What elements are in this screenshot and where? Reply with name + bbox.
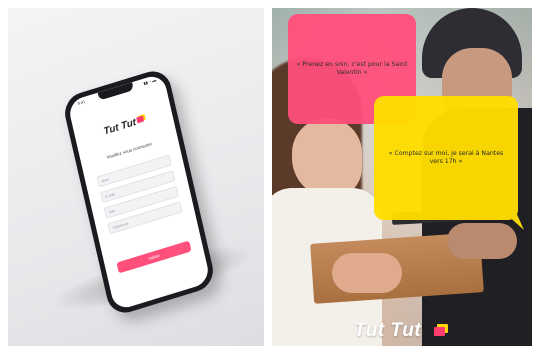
status-icons: ▮▮ ◔ ▬ [143,77,157,86]
speech-bubble-logo-icon [135,115,144,124]
pink-bubble-text: « Prenez en soin, c'est pour la Saint Va… [296,60,408,76]
courier-hand [447,223,517,259]
yellow-bubble-text: « Comptez sur moi, je serai à Nantes ver… [388,149,504,165]
phone-notch [97,82,134,101]
phone-mockup-panel: 9:41 ▮▮ ◔ ▬ Tut Tut Veuillez vous connec… [8,8,264,346]
app-logo-text: Tut Tut [102,116,138,138]
yellow-speech-bubble: « Comptez sur moi, je serai à Nantes ver… [374,96,524,230]
submit-button[interactable]: Valider [116,240,192,274]
speech-bubble-brand-icon [434,324,448,336]
status-time: 9:41 [77,98,86,107]
brand-logo-text: Tut Tut [354,320,422,341]
delivery-photo-panel: « Prenez en soin, c'est pour la Saint Va… [272,8,532,346]
woman-face [292,118,362,198]
woman-hand [332,253,402,293]
